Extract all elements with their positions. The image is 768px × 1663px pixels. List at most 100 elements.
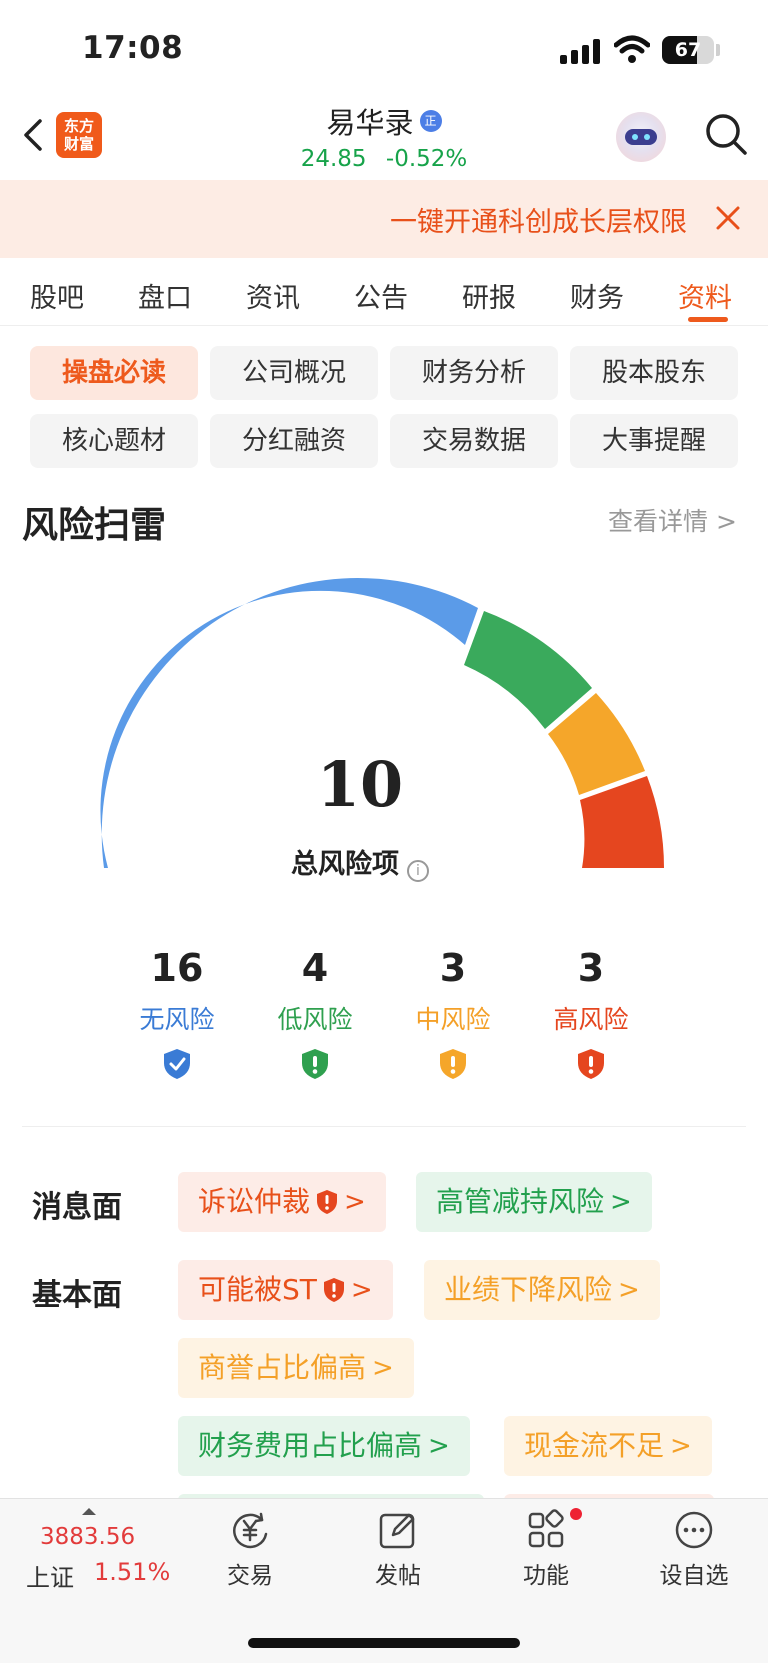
chip-shareholders[interactable]: 股本股东 xyxy=(570,346,738,400)
tab-pankou[interactable]: 盘口 xyxy=(138,276,192,315)
chevron-right-icon: > xyxy=(350,1275,373,1305)
tab-finance[interactable]: 财务 xyxy=(570,276,624,315)
stock-change: -0.52% xyxy=(385,146,468,172)
divider xyxy=(22,1126,746,1127)
total-risk-label: 总风险项 i xyxy=(0,842,720,882)
stat-low-risk[interactable]: 4 低风险 xyxy=(255,946,375,1080)
caret-up-icon[interactable] xyxy=(82,1508,96,1515)
tag-text: 商誉占比偏高 xyxy=(198,1351,367,1384)
search-icon[interactable] xyxy=(704,112,748,156)
tag-text: 现金流不足 xyxy=(524,1429,665,1462)
shield-alert-icon xyxy=(578,1049,604,1079)
nav-label: 交易 xyxy=(227,1563,273,1589)
chevron-right-icon: > xyxy=(618,1275,640,1305)
nav-add-watchlist[interactable]: 设自选 xyxy=(644,1508,744,1590)
stat-value: 3 xyxy=(439,946,467,990)
chip-trading-data[interactable]: 交易数据 xyxy=(390,414,558,468)
tag-st-risk[interactable]: 可能被ST > xyxy=(178,1260,393,1320)
tag-text: 财务费用占比偏高 xyxy=(198,1429,423,1462)
tag-text: 可能被ST xyxy=(198,1273,317,1306)
nav-trade[interactable]: 交易 xyxy=(200,1508,300,1590)
stat-high-risk[interactable]: 3 高风险 xyxy=(531,946,651,1080)
chevron-right-icon: > xyxy=(670,1431,692,1461)
close-icon[interactable] xyxy=(714,204,742,232)
stat-label: 低风险 xyxy=(277,1005,353,1034)
index-name[interactable]: 上证 xyxy=(26,1558,74,1593)
tag-text: 诉讼仲裁 xyxy=(198,1185,311,1218)
stat-label: 高风险 xyxy=(553,1005,629,1034)
section-title: 风险扫雷 xyxy=(22,505,167,546)
stat-label: 中风险 xyxy=(415,1005,491,1034)
stat-value: 4 xyxy=(301,946,329,990)
status-time: 17:08 xyxy=(82,30,184,66)
battery-icon: 67 xyxy=(662,36,714,64)
ai-assistant-avatar-icon[interactable] xyxy=(616,112,666,162)
tag-litigation[interactable]: 诉讼仲裁 > xyxy=(178,1172,386,1232)
chevron-right-icon: > xyxy=(428,1431,450,1461)
tab-bar: 股吧 盘口 资讯 公告 研报 财务 资料 xyxy=(0,258,768,326)
tag-goodwill[interactable]: 商誉占比偏高 > xyxy=(178,1338,414,1398)
stat-mid-risk[interactable]: 3 中风险 xyxy=(393,946,513,1080)
tag-cashflow[interactable]: 现金流不足 > xyxy=(504,1416,712,1476)
shield-alert-icon xyxy=(302,1049,328,1079)
promo-banner[interactable]: 一键开通科创成长层权限 xyxy=(0,180,768,258)
shield-alert-icon xyxy=(440,1049,466,1079)
chevron-right-icon: > xyxy=(610,1187,632,1217)
chip-dividend-financing[interactable]: 分红融资 xyxy=(210,414,378,468)
fundamental-risk-label: 基本面 xyxy=(32,1278,122,1313)
notification-dot xyxy=(570,1508,582,1520)
chevron-right-icon: > xyxy=(344,1187,366,1217)
chip-financial-analysis[interactable]: 财务分析 xyxy=(390,346,558,400)
edit-icon xyxy=(379,1513,415,1549)
wifi-icon xyxy=(614,35,650,63)
banner-text: 一键开通科创成长层权限 xyxy=(390,207,687,238)
badge-icon: 正 xyxy=(419,110,442,132)
battery-level: 67 xyxy=(674,39,702,61)
gauge-segment-low xyxy=(464,611,592,729)
chip-events-reminder[interactable]: 大事提醒 xyxy=(570,414,738,468)
chip-trading-must-read[interactable]: 操盘必读 xyxy=(30,346,198,400)
tab-profile[interactable]: 资料 xyxy=(678,276,732,315)
stock-name: 易华录 xyxy=(326,106,414,140)
shield-alert-icon xyxy=(323,1278,344,1302)
view-details-link[interactable]: 查看详情 > xyxy=(608,502,737,538)
status-bar: 17:08 67 xyxy=(0,0,768,100)
tag-text: 高管减持风险 xyxy=(436,1185,605,1218)
tag-perf-decline[interactable]: 业绩下降风险 > xyxy=(424,1260,660,1320)
stat-value: 3 xyxy=(577,946,605,990)
nav-label: 发帖 xyxy=(375,1563,421,1589)
nav-functions[interactable]: 功能 xyxy=(496,1508,596,1590)
chevron-right-icon: > xyxy=(372,1353,394,1383)
nav-label: 功能 xyxy=(523,1563,569,1589)
tab-research[interactable]: 研报 xyxy=(462,276,516,315)
tag-exec-reduce[interactable]: 高管减持风险 > xyxy=(416,1172,652,1232)
index-value[interactable]: 3883.56 xyxy=(40,1524,135,1550)
gauge-segment-none xyxy=(100,577,478,868)
battery-tip xyxy=(716,44,720,56)
total-risk-count: 10 xyxy=(316,748,404,821)
index-change[interactable]: 1.51% xyxy=(94,1558,170,1586)
tag-text: 业绩下降风险 xyxy=(444,1273,613,1306)
news-risk-label: 消息面 xyxy=(32,1190,122,1225)
stat-label: 无风险 xyxy=(139,1005,215,1034)
chip-core-themes[interactable]: 核心题材 xyxy=(30,414,198,468)
risk-gauge xyxy=(100,577,665,868)
chip-company-overview[interactable]: 公司概况 xyxy=(210,346,378,400)
tag-fin-cost[interactable]: 财务费用占比偏高 > xyxy=(178,1416,470,1476)
more-dots-icon xyxy=(675,1511,713,1549)
nav-label: 设自选 xyxy=(659,1563,729,1589)
nav-post[interactable]: 发帖 xyxy=(348,1508,448,1590)
trade-yen-icon xyxy=(233,1512,268,1549)
stock-price: 24.85 xyxy=(300,146,367,172)
home-indicator xyxy=(248,1638,520,1648)
shield-check-icon xyxy=(164,1049,190,1079)
tab-news[interactable]: 资讯 xyxy=(246,276,300,315)
info-icon[interactable]: i xyxy=(407,860,429,882)
apps-grid-icon xyxy=(528,1509,564,1548)
stat-no-risk[interactable]: 16 无风险 xyxy=(117,946,237,1080)
stat-value: 16 xyxy=(150,946,204,990)
shield-alert-icon xyxy=(317,1190,338,1214)
active-tab-indicator xyxy=(688,317,728,322)
tab-announcements[interactable]: 公告 xyxy=(354,276,408,315)
tab-guba[interactable]: 股吧 xyxy=(30,276,84,315)
